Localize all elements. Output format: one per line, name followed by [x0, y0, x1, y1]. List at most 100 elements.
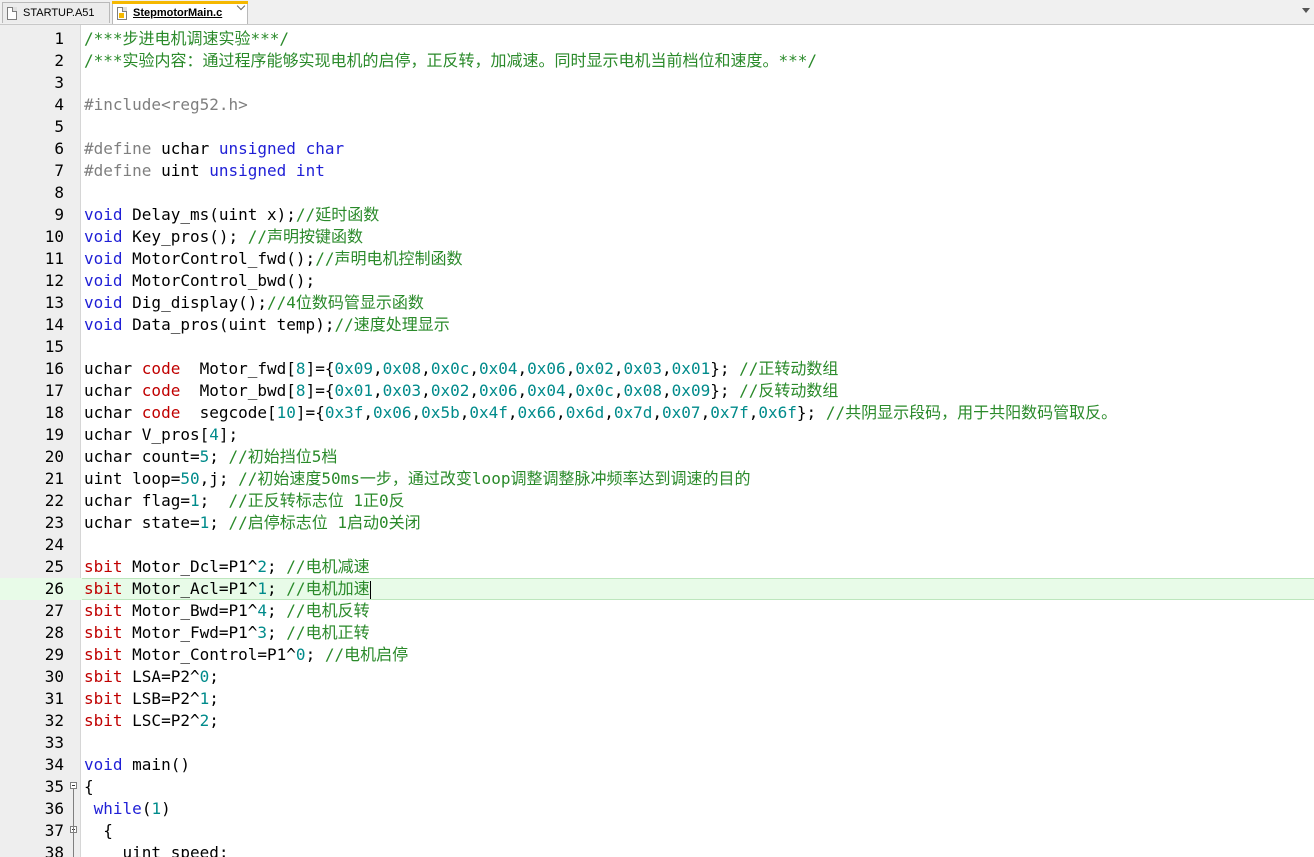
keyword: void	[84, 205, 123, 224]
code-line[interactable]: 37 {	[0, 820, 1314, 842]
comment: //共阴显示段码，用于共阳数码管取反。	[825, 403, 1118, 422]
line-number: 22	[44, 491, 64, 510]
code-text: ,	[373, 359, 383, 378]
code-text: ,	[748, 403, 759, 422]
code-content: uint loop=50,j; //初始速度50ms一步，通过改变loop调整调…	[84, 468, 750, 490]
code-line[interactable]: 3	[0, 72, 1314, 94]
code-text: ,	[459, 403, 470, 422]
code-line[interactable]: 15	[0, 336, 1314, 358]
fold-collapse-icon[interactable]	[70, 782, 77, 789]
code-content: void MotorControl_bwd();	[84, 270, 315, 292]
code-line[interactable]: 1 /***步进电机调速实验***/	[0, 28, 1314, 50]
code-line[interactable]: 34 void main()	[0, 754, 1314, 776]
code-line[interactable]: 36 while(1)	[0, 798, 1314, 820]
line-number: 25	[44, 557, 64, 576]
code-line[interactable]: 25 sbit Motor_Dcl=P1^2; //电机减速	[0, 556, 1314, 578]
code-line[interactable]: 9 void Delay_ms(uint x);//延时函数	[0, 204, 1314, 226]
code-content: sbit LSA=P2^0;	[84, 666, 219, 688]
code-text: uchar state=	[84, 513, 200, 532]
code-text: uchar count=	[84, 447, 200, 466]
sfr-keyword: sbit	[84, 645, 123, 664]
preprocessor: #include<reg52.h>	[84, 95, 248, 114]
code-line[interactable]: 17 uchar code Motor_bwd[8]={0x01,0x03,0x0…	[0, 380, 1314, 402]
code-line[interactable]: 20 uchar count=5; //初始挡位5档	[0, 446, 1314, 468]
type-keyword: unsigned int	[209, 161, 325, 180]
code-line[interactable]: 21 uint loop=50,j; //初始速度50ms一步，通过改变loop调…	[0, 468, 1314, 490]
code-line[interactable]: 35 {	[0, 776, 1314, 798]
code-line[interactable]: 6 #define uchar unsigned char	[0, 138, 1314, 160]
code-line[interactable]: 27 sbit Motor_Bwd=P1^4; //电机反转	[0, 600, 1314, 622]
code-line[interactable]: 19 uchar V_pros[4];	[0, 424, 1314, 446]
code-line[interactable]: 5	[0, 116, 1314, 138]
code-line[interactable]: 8	[0, 182, 1314, 204]
line-number: 2	[54, 51, 64, 70]
code-line[interactable]: 29 sbit Motor_Control=P1^0; //电机启停	[0, 644, 1314, 666]
number-literal: 0	[295, 645, 306, 664]
code-line[interactable]: 31 sbit LSB=P2^1;	[0, 688, 1314, 710]
code-text: Data_pros(uint temp);	[122, 315, 335, 334]
code-content: void MotorControl_fwd();//声明电机控制函数	[84, 248, 462, 270]
code-line[interactable]: 38 uint speed;	[0, 842, 1314, 857]
code-text: MotorControl_bwd();	[122, 271, 316, 290]
code-text: segcode[	[180, 403, 277, 422]
fold-guide-line	[73, 842, 74, 857]
code-text: ,j;	[199, 469, 239, 488]
code-text: ;	[267, 579, 287, 598]
code-content: uchar flag=1; //正反转标志位 1正0反	[84, 490, 405, 512]
code-line[interactable]: 24	[0, 534, 1314, 556]
sfr-keyword: sbit	[84, 623, 123, 642]
code-line[interactable]: 26 sbit Motor_Acl=P1^1; //电机加速	[0, 578, 1314, 600]
code-text: Motor_Fwd=P1^	[122, 623, 258, 642]
code-lines[interactable]: 1 /***步进电机调速实验***/ 2 /***实验内容：通过程序能够实现电机的启停…	[0, 28, 1314, 857]
line-number: 14	[44, 315, 64, 334]
line-number: 28	[44, 623, 64, 642]
code-line[interactable]: 4 #include<reg52.h>	[0, 94, 1314, 116]
code-text: LSA=P2^	[122, 667, 200, 686]
code-text: ,	[613, 381, 624, 400]
comment: //延时函数	[295, 205, 380, 224]
code-line[interactable]: 2 /***实验内容：通过程序能够实现电机的启停，正反转，加减速。同时显示电机当前…	[0, 50, 1314, 72]
line-number: 6	[54, 139, 64, 158]
code-line[interactable]: 13 void Dig_display();//4位数码管显示函数	[0, 292, 1314, 314]
number-literal: 0x01	[334, 381, 373, 400]
code-text: Motor_bwd[	[180, 381, 296, 400]
tab-list-dropdown-icon[interactable]	[1302, 8, 1310, 13]
comment: //电机正转	[286, 623, 370, 642]
code-line[interactable]: 12 void MotorControl_bwd();	[0, 270, 1314, 292]
preprocessor: #define	[84, 139, 152, 158]
code-line[interactable]: 7 #define uint unsigned int	[0, 160, 1314, 182]
tab-startup-a51[interactable]: STARTUP.A51	[2, 2, 110, 23]
keyword: void	[84, 249, 123, 268]
tab-stepmotormain-c[interactable]: StepmotorMain.c	[112, 1, 248, 24]
line-number: 1	[54, 29, 64, 48]
sfr-keyword: code	[141, 381, 181, 400]
code-line[interactable]: 23 uchar state=1; //启停标志位 1启动0关闭	[0, 512, 1314, 534]
code-text: Dig_display();	[122, 293, 268, 312]
code-text: uchar	[84, 403, 142, 422]
line-number: 7	[54, 161, 64, 180]
code-line[interactable]: 32 sbit LSC=P2^2;	[0, 710, 1314, 732]
code-text: uchar	[84, 381, 142, 400]
code-line[interactable]: 30 sbit LSA=P2^0;	[0, 666, 1314, 688]
code-line[interactable]: 10 void Key_pros(); //声明按键函数	[0, 226, 1314, 248]
number-literal: 0x03	[382, 381, 422, 400]
code-line[interactable]: 28 sbit Motor_Fwd=P1^3; //电机正转	[0, 622, 1314, 644]
number-literal: 0x01	[671, 359, 711, 378]
code-text: LSC=P2^	[122, 711, 200, 730]
number-literal: 0x08	[623, 381, 663, 400]
code-line[interactable]: 33	[0, 732, 1314, 754]
keyword: void	[84, 755, 123, 774]
code-line[interactable]: 14 void Data_pros(uint temp);//速度处理显示	[0, 314, 1314, 336]
code-line[interactable]: 11 void MotorControl_fwd();//声明电机控制函数	[0, 248, 1314, 270]
code-text: };	[710, 381, 740, 400]
code-content: uchar count=5; //初始挡位5档	[84, 446, 337, 468]
code-editor[interactable]: 1 /***步进电机调速实验***/ 2 /***实验内容：通过程序能够实现电机的启停…	[0, 25, 1314, 857]
code-line[interactable]: 16 uchar code Motor_fwd[8]={0x09,0x08,0x0…	[0, 358, 1314, 380]
code-content: void Delay_ms(uint x);//延时函数	[84, 204, 379, 226]
code-content: {	[84, 820, 113, 842]
code-content: uchar code Motor_bwd[8]={0x01,0x03,0x02,…	[84, 380, 838, 402]
keyword: while	[93, 799, 142, 818]
code-line[interactable]: 22 uchar flag=1; //正反转标志位 1正0反	[0, 490, 1314, 512]
code-line[interactable]: 18 uchar code segcode[10]={0x3f,0x06,0x5b…	[0, 402, 1314, 424]
code-text: ,	[652, 403, 663, 422]
